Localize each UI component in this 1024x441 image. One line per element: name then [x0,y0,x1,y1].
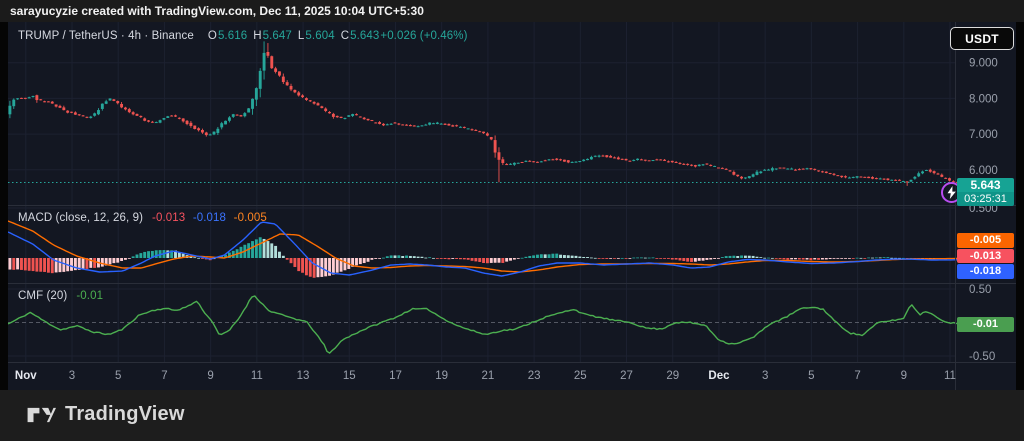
last-price-value: 5.643 [957,178,1014,192]
ohlc-open-label: O [208,30,217,42]
svg-text:5: 5 [808,370,814,382]
ohlc-low-value: 5.604 [305,30,334,42]
ohlc-close-value: 5.643 [350,30,379,42]
svg-text:29: 29 [666,370,679,382]
bar-countdown: 03:25:31 [957,192,1014,206]
macd-histogram-axis-label: -0.013 [957,249,1014,264]
svg-text:6.000: 6.000 [969,165,998,177]
symbol-legend: TRUMP / TetherUS · 4h · BinanceO5.616H5.… [18,30,468,42]
macd-signal-axis-label: -0.005 [957,233,1014,248]
svg-text:11: 11 [944,370,956,382]
svg-text:8.000: 8.000 [969,93,998,105]
attribution-text: sarayucyzie created with TradingView.com… [10,4,424,18]
svg-text:7.000: 7.000 [969,129,998,141]
chart-plot[interactable]: 9.0008.0007.0006.0000.5000.50-0.50Nov357… [8,22,1016,390]
svg-text:9.000: 9.000 [969,58,998,70]
svg-text:3: 3 [69,370,75,382]
price-change: +0.026 (+0.46%) [380,30,467,42]
svg-text:25: 25 [574,370,587,382]
svg-text:17: 17 [389,370,402,382]
currency-toggle-button[interactable]: USDT [950,27,1014,50]
ohlc-high-label: H [253,30,261,42]
macd-legend: MACD (close, 12, 26, 9) -0.013 -0.018 -0.… [18,212,267,224]
svg-text:-0.50: -0.50 [969,351,995,363]
tradingview-logo[interactable]: TradingView [26,403,185,426]
macd-histogram-value: -0.013 [152,212,185,224]
ohlc-high-value: 5.647 [263,30,292,42]
symbol-title: TRUMP / TetherUS · 4h · Binance [18,30,194,42]
svg-text:23: 23 [528,370,541,382]
ohlc-open-value: 5.616 [218,30,247,42]
macd-line-axis-label: -0.018 [957,264,1014,279]
cmf-axis-label: -0.01 [957,317,1014,332]
svg-text:27: 27 [620,370,633,382]
macd-series [8,221,963,278]
svg-text:7: 7 [161,370,167,382]
svg-text:19: 19 [435,370,448,382]
macd-signal-value: -0.005 [234,212,267,224]
svg-text:9: 9 [901,370,907,382]
tradingview-logo-mark [26,405,56,425]
macd-line-value: -0.018 [193,212,226,224]
svg-text:0.50: 0.50 [969,284,991,296]
ohlc-close-label: C [341,30,349,42]
ohlc-low-label: L [298,30,305,42]
chart-window[interactable]: 9.0008.0007.0006.0000.5000.50-0.50Nov357… [8,22,1016,390]
tradingview-logo-text: TradingView [65,403,185,426]
svg-text:15: 15 [343,370,356,382]
svg-text:Dec: Dec [708,370,730,382]
svg-text:13: 13 [297,370,310,382]
svg-text:11: 11 [251,370,263,382]
svg-text:9: 9 [207,370,213,382]
svg-text:7: 7 [854,370,860,382]
attribution-bar: sarayucyzie created with TradingView.com… [0,0,1024,22]
pane-separators [8,22,1016,390]
svg-text:Nov: Nov [15,370,37,382]
cmf-value: -0.01 [76,290,103,302]
snapshot-frame: sarayucyzie created with TradingView.com… [0,0,1024,441]
svg-text:3: 3 [762,370,768,382]
last-price-label: 5.643 03:25:31 [957,178,1014,206]
logo-bar: TradingView [0,390,1024,441]
macd-title: MACD (close, 12, 26, 9) [18,212,143,224]
cmf-title: CMF (20) [18,290,67,302]
svg-text:5: 5 [115,370,121,382]
cmf-series [8,296,959,353]
time-axis[interactable]: Nov 3 5 7 9 11 13 15 17 19 21 23 25 27 29 Dec 3 5 7 9 11 [15,370,956,382]
svg-text:21: 21 [482,370,495,382]
cmf-legend: CMF (20) -0.01 [18,290,103,302]
